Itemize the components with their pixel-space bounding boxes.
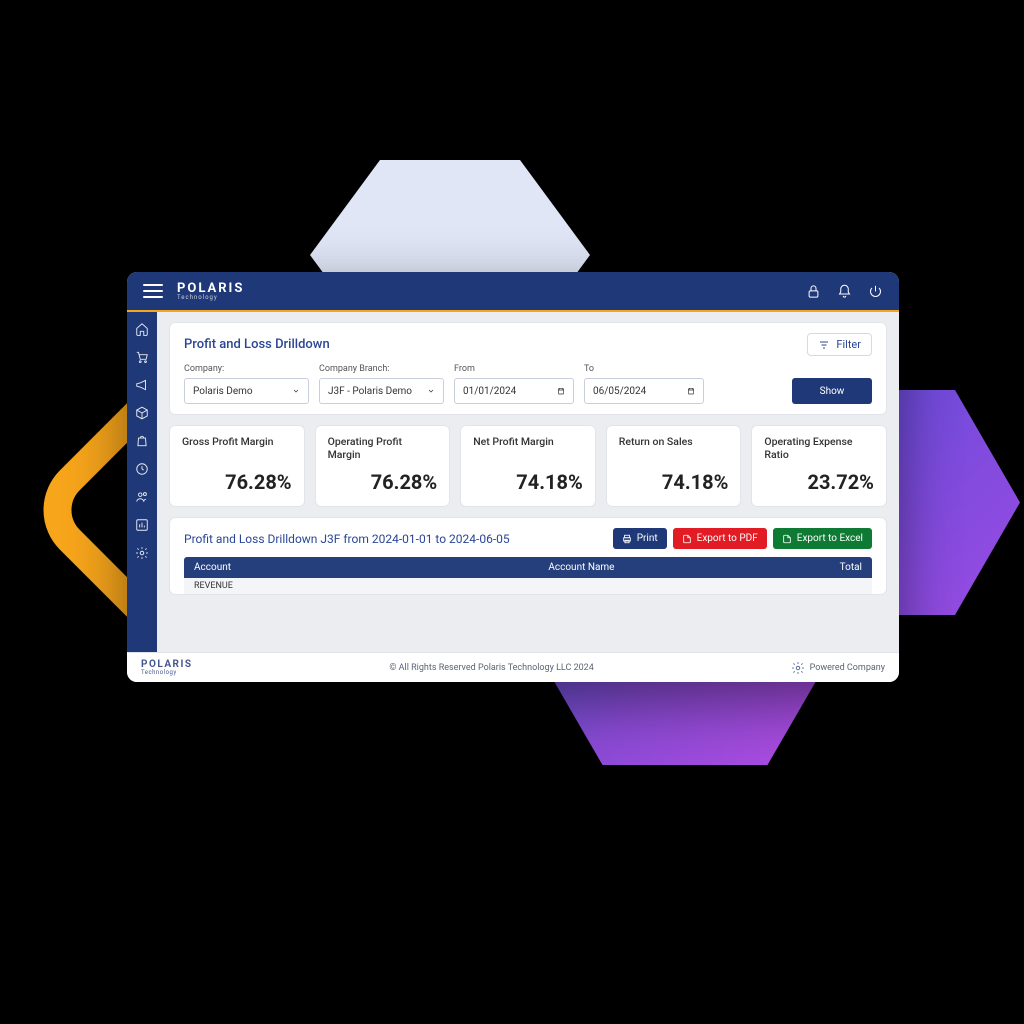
metric-label: Net Profit Margin	[473, 436, 583, 449]
file-icon	[782, 534, 792, 544]
filter-button[interactable]: Filter	[807, 333, 872, 356]
chevron-down-icon	[427, 387, 435, 395]
branch-label: Company Branch:	[319, 364, 444, 374]
chart-icon[interactable]	[135, 518, 149, 532]
metric-return-sales: Return on Sales 74.18%	[606, 425, 742, 507]
home-icon[interactable]	[135, 322, 149, 336]
page-title: Profit and Loss Drilldown	[184, 337, 330, 352]
from-date[interactable]: 01/01/2024	[454, 378, 574, 404]
export-pdf-button[interactable]: Export to PDF	[673, 528, 767, 549]
metric-value: 23.72%	[764, 470, 874, 494]
filter-panel: Profit and Loss Drilldown Filter Company…	[169, 322, 887, 415]
to-date[interactable]: 06/05/2024	[584, 378, 704, 404]
bag-icon[interactable]	[135, 434, 149, 448]
file-icon	[682, 534, 692, 544]
pdf-label: Export to PDF	[697, 533, 758, 544]
box-icon[interactable]	[135, 406, 149, 420]
calendar-icon	[687, 387, 695, 395]
metric-label: Operating Profit Margin	[328, 436, 438, 461]
menu-toggle[interactable]	[143, 284, 163, 298]
brand-name: POLARIS	[177, 282, 244, 295]
metric-value: 76.28%	[182, 470, 292, 494]
gear-icon	[791, 661, 805, 675]
metric-label: Gross Profit Margin	[182, 436, 292, 449]
metric-gross-profit: Gross Profit Margin 76.28%	[169, 425, 305, 507]
from-label: From	[454, 364, 574, 374]
metric-op-expense-ratio: Operating Expense Ratio 23.72%	[751, 425, 887, 507]
powered-by: Powered Company	[791, 661, 885, 675]
metric-operating-profit: Operating Profit Margin 76.28%	[315, 425, 451, 507]
power-icon[interactable]	[868, 284, 883, 299]
print-icon	[622, 534, 632, 544]
col-account: Account	[194, 562, 381, 573]
users-icon[interactable]	[135, 490, 149, 504]
metric-net-profit: Net Profit Margin 74.18%	[460, 425, 596, 507]
metric-value: 74.18%	[619, 470, 729, 494]
company-value: Polaris Demo	[193, 386, 253, 397]
brand: POLARIS Technology	[177, 282, 244, 301]
print-label: Print	[637, 533, 658, 544]
calendar-icon	[557, 387, 565, 395]
lock-icon[interactable]	[806, 284, 821, 299]
powered-label: Powered Company	[810, 663, 885, 673]
announce-icon[interactable]	[135, 378, 149, 392]
metric-label: Return on Sales	[619, 436, 729, 449]
footer: POLARIS Technology © All Rights Reserved…	[127, 652, 899, 682]
company-label: Company:	[184, 364, 309, 374]
print-button[interactable]: Print	[613, 528, 667, 549]
to-value: 06/05/2024	[593, 386, 646, 397]
col-total: Total	[782, 562, 862, 573]
table-header: Account Account Name Total	[184, 557, 872, 578]
from-value: 01/01/2024	[463, 386, 516, 397]
brand-sub: Technology	[177, 295, 244, 301]
branch-select[interactable]: J3F - Polaris Demo	[319, 378, 444, 404]
settings-icon[interactable]	[135, 546, 149, 560]
filter-icon	[818, 339, 830, 351]
clock-icon[interactable]	[135, 462, 149, 476]
topbar: POLARIS Technology	[127, 272, 899, 312]
bell-icon[interactable]	[837, 284, 852, 299]
to-label: To	[584, 364, 704, 374]
excel-label: Export to Excel	[797, 533, 863, 544]
cart-icon[interactable]	[135, 350, 149, 364]
metric-label: Operating Expense Ratio	[764, 436, 874, 461]
metric-value: 76.28%	[328, 470, 438, 494]
report-title: Profit and Loss Drilldown J3F from 2024-…	[184, 532, 510, 546]
table-row[interactable]: REVENUE	[184, 578, 872, 594]
copyright: © All Rights Reserved Polaris Technology…	[193, 663, 791, 673]
export-excel-button[interactable]: Export to Excel	[773, 528, 872, 549]
show-button[interactable]: Show	[792, 378, 872, 404]
col-name: Account Name	[381, 562, 782, 573]
main-content: Profit and Loss Drilldown Filter Company…	[157, 312, 899, 652]
app-window: POLARIS Technology Prof	[127, 272, 899, 682]
sidebar	[127, 312, 157, 652]
metric-value: 74.18%	[473, 470, 583, 494]
report-panel: Profit and Loss Drilldown J3F from 2024-…	[169, 517, 887, 595]
metrics-row: Gross Profit Margin 76.28% Operating Pro…	[169, 425, 887, 507]
chevron-down-icon	[292, 387, 300, 395]
branch-value: J3F - Polaris Demo	[328, 386, 412, 397]
filter-button-label: Filter	[836, 338, 861, 351]
company-select[interactable]: Polaris Demo	[184, 378, 309, 404]
footer-brand: POLARIS Technology	[141, 660, 193, 676]
